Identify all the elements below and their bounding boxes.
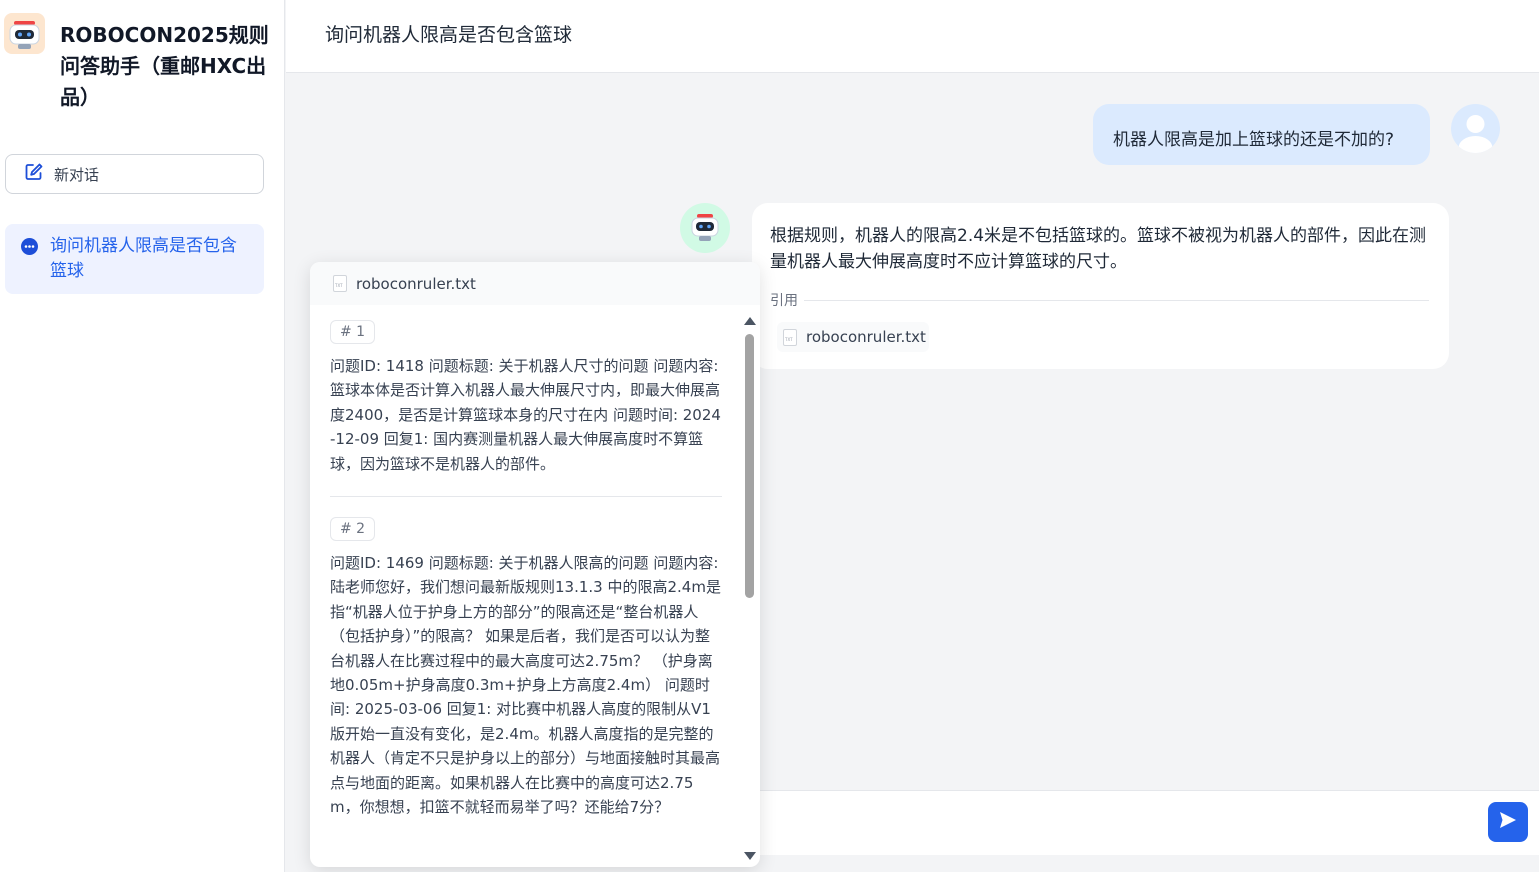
- edit-icon: [24, 162, 44, 186]
- app-title: ROBOCON2025规则问答助手（重邮HXC出品）: [60, 23, 269, 109]
- scroll-down-icon[interactable]: [744, 852, 756, 860]
- chunk-text: 问题ID: 1418 问题标题: 关于机器人尺寸的问题 问题内容: 篮球本体是否…: [330, 357, 721, 473]
- message-input-bar: [760, 790, 1539, 855]
- chunk-text: 问题ID: 1469 问题标题: 关于机器人限高的问题 问题内容: 陆老师您好，…: [330, 554, 721, 817]
- chunk-item: # 1 问题ID: 1418 问题标题: 关于机器人尺寸的问题 问题内容: 篮球…: [330, 320, 722, 476]
- new-chat-label: 新对话: [54, 165, 100, 184]
- chat-header: 询问机器人限高是否包含篮球: [286, 0, 1539, 73]
- send-icon: [1498, 810, 1518, 834]
- bot-answer-text: 根据规则，机器人的限高2.4米是不包括篮球的。篮球不被视为机器人的部件，因此在测…: [770, 226, 1427, 272]
- chunk-badge: # 1: [330, 320, 376, 344]
- popover-file-name: roboconruler.txt: [356, 274, 476, 293]
- popover-scrollbar[interactable]: [742, 314, 756, 862]
- citation-label: 引用: [770, 293, 798, 309]
- popover-header: roboconruler.txt: [310, 262, 760, 305]
- bot-avatar-icon: [680, 203, 730, 253]
- bot-message: 根据规则，机器人的限高2.4米是不包括篮球的。篮球不被视为机器人的部件，因此在测…: [752, 203, 1449, 369]
- chunk-divider: [330, 496, 722, 498]
- conversation-label: 询问机器人限高是否包含篮球: [50, 236, 237, 281]
- user-avatar-icon: [1451, 104, 1500, 153]
- chunk-item: # 2 问题ID: 1469 问题标题: 关于机器人限高的问题 问题内容: 陆老…: [330, 517, 722, 819]
- send-button[interactable]: [1488, 802, 1528, 842]
- sidebar: ROBOCON2025规则问答助手（重邮HXC出品） 新对话 询问机器人限高是否…: [0, 0, 285, 872]
- chat-bubble-icon: [21, 238, 38, 255]
- popover-chunks[interactable]: # 1 问题ID: 1418 问题标题: 关于机器人尺寸的问题 问题内容: 篮球…: [330, 320, 722, 860]
- robot-icon: [4, 13, 45, 54]
- citation-file-chip[interactable]: roboconruler.txt: [777, 322, 929, 352]
- new-chat-button[interactable]: 新对话: [5, 154, 264, 194]
- scroll-up-icon[interactable]: [744, 317, 756, 325]
- conversation-item[interactable]: 询问机器人限高是否包含篮球: [5, 224, 264, 294]
- citation-divider: [804, 300, 1429, 301]
- txt-file-icon: [333, 275, 347, 292]
- user-message: 机器人限高是加上篮球的还是不加的?: [1093, 104, 1430, 165]
- citation-file-name: roboconruler.txt: [806, 328, 926, 346]
- message-input[interactable]: [760, 809, 1460, 839]
- scroll-thumb[interactable]: [745, 334, 754, 598]
- txt-file-icon: [783, 328, 797, 346]
- chunk-badge: # 2: [330, 517, 376, 542]
- chat-title: 询问机器人限高是否包含篮球: [325, 24, 573, 46]
- citation-popover: roboconruler.txt # 1 问题ID: 1418 问题标题: 关于…: [310, 262, 760, 867]
